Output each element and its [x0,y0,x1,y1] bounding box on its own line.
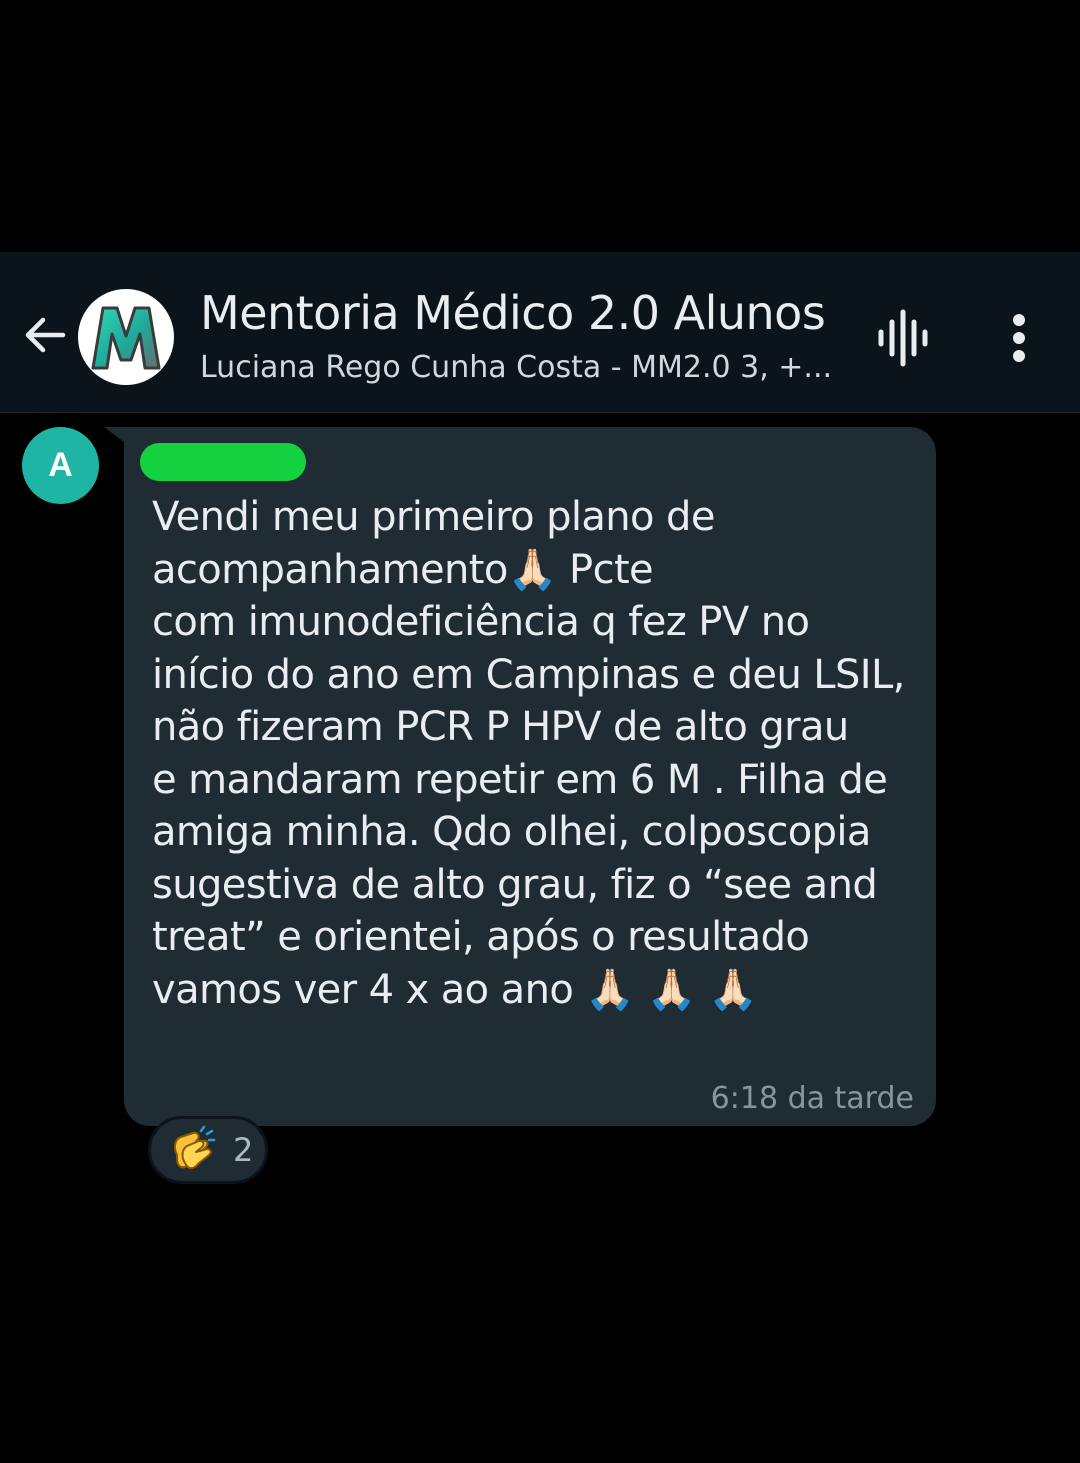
more-vert-icon [1013,314,1025,362]
back-button[interactable] [18,308,72,362]
reaction-badge[interactable]: 2 [148,1116,268,1184]
chat-title[interactable]: Mentoria Médico 2.0 Alunos [200,286,826,340]
chat-participants[interactable]: Luciana Rego Cunha Costa - MM2.0 3, +... [200,350,832,385]
message-text: Vendi meu primeiro plano de acompanhamen… [152,494,905,1013]
audio-wave-icon [878,309,928,367]
clapping-hands-icon [173,1125,216,1170]
chat-header: Mentoria Médico 2.0 Alunos Luciana Rego … [0,252,1080,413]
chat-screen: Mentoria Médico 2.0 Alunos Luciana Rego … [0,0,1080,1463]
sender-avatar[interactable]: A [22,427,99,504]
group-avatar[interactable] [78,289,174,385]
arrow-left-icon [25,317,66,353]
reaction-count: 2 [233,1131,254,1169]
redacted-sender-name [140,443,306,481]
message-bubble[interactable]: Vendi meu primeiro plano de acompanhamen… [124,427,936,1126]
more-options-button[interactable] [995,307,1043,369]
voice-chat-button[interactable] [872,307,934,369]
message-timestamp: 6:18 da tarde [710,1081,914,1116]
m-logo-icon [91,306,161,370]
